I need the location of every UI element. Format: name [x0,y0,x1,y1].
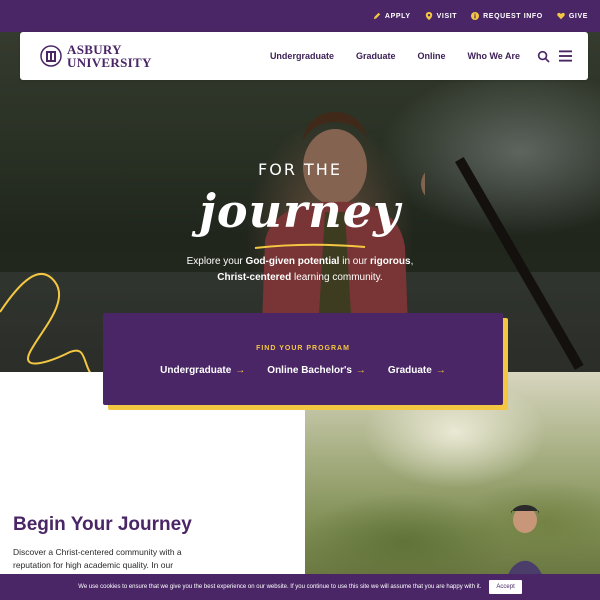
request-info-label: REQUEST INFO [483,12,543,20]
visit-link[interactable]: VISIT [425,12,458,20]
give-label: GIVE [568,12,588,20]
hero-copy-part2: in our [339,256,371,267]
hero-copy-bold3: Christ-centered [217,272,292,283]
arrow-right-icon: → [355,365,366,376]
nav-online[interactable]: Online [417,51,445,61]
search-icon[interactable] [537,50,550,63]
give-link[interactable]: GIVE [557,12,588,20]
cookie-banner: We use cookies to ensure that we give yo… [0,574,600,600]
hero-script-title: journey [199,184,401,238]
apply-label: APPLY [384,12,411,20]
info-icon [471,12,480,20]
hero-copy-bold1: God-given potential [245,256,340,267]
program-link-undergraduate[interactable]: Undergraduate → [160,365,245,376]
hero-copy-part1: Explore your [186,256,246,267]
find-program-card: FIND YOUR PROGRAM Undergraduate → Online… [103,313,503,405]
pencil-icon [373,12,381,20]
program-link-label: Undergraduate [160,365,232,376]
cookie-accept-button[interactable]: Accept [489,580,522,594]
hero-copy: Explore your God-given potential in our … [0,254,600,286]
hero-copy-bold2: rigorous [370,256,411,267]
hamburger-menu-icon[interactable] [559,50,572,62]
program-link-graduate[interactable]: Graduate → [388,365,446,376]
hero-copy-part3: , [410,256,414,267]
utility-bar: APPLY VISIT REQUEST INFO GIVE [0,0,600,32]
heart-icon [557,12,565,20]
hero-copy-part4: learning community. [291,272,383,283]
request-info-link[interactable]: REQUEST INFO [471,12,543,20]
asbury-logo[interactable]: ASBURY UNIVERSITY [40,42,152,70]
main-nav: Undergraduate Graduate Online Who We Are [270,32,520,80]
apply-link[interactable]: APPLY [373,12,411,20]
site-header: ASBURY UNIVERSITY Undergraduate Graduate… [20,32,588,80]
logo-text: ASBURY UNIVERSITY [67,43,152,69]
program-links: Undergraduate → Online Bachelor's → Grad… [103,365,503,376]
arrow-right-icon: → [435,365,446,376]
logo-line2: UNIVERSITY [67,55,152,70]
hero-underline-icon [254,243,366,249]
program-link-online-bachelors[interactable]: Online Bachelor's → [267,365,366,376]
utility-links: APPLY VISIT REQUEST INFO GIVE [373,0,588,32]
nav-undergraduate[interactable]: Undergraduate [270,51,334,61]
cookie-text: We use cookies to ensure that we give yo… [78,584,482,590]
visit-label: VISIT [436,12,458,20]
hero-eyebrow: FOR THE [258,160,342,179]
nav-who-we-are[interactable]: Who We Are [467,51,520,61]
section-title: Begin Your Journey [13,514,192,535]
program-link-label: Graduate [387,365,432,376]
map-pin-icon [425,12,432,20]
section-body: Discover a Christ-centered community wit… [13,547,182,570]
program-eyebrow: FIND YOUR PROGRAM [256,345,350,352]
asbury-seal-icon [40,45,62,67]
arrow-right-icon: → [235,365,246,376]
nav-graduate[interactable]: Graduate [356,51,396,61]
program-link-label: Online Bachelor's [267,365,352,376]
